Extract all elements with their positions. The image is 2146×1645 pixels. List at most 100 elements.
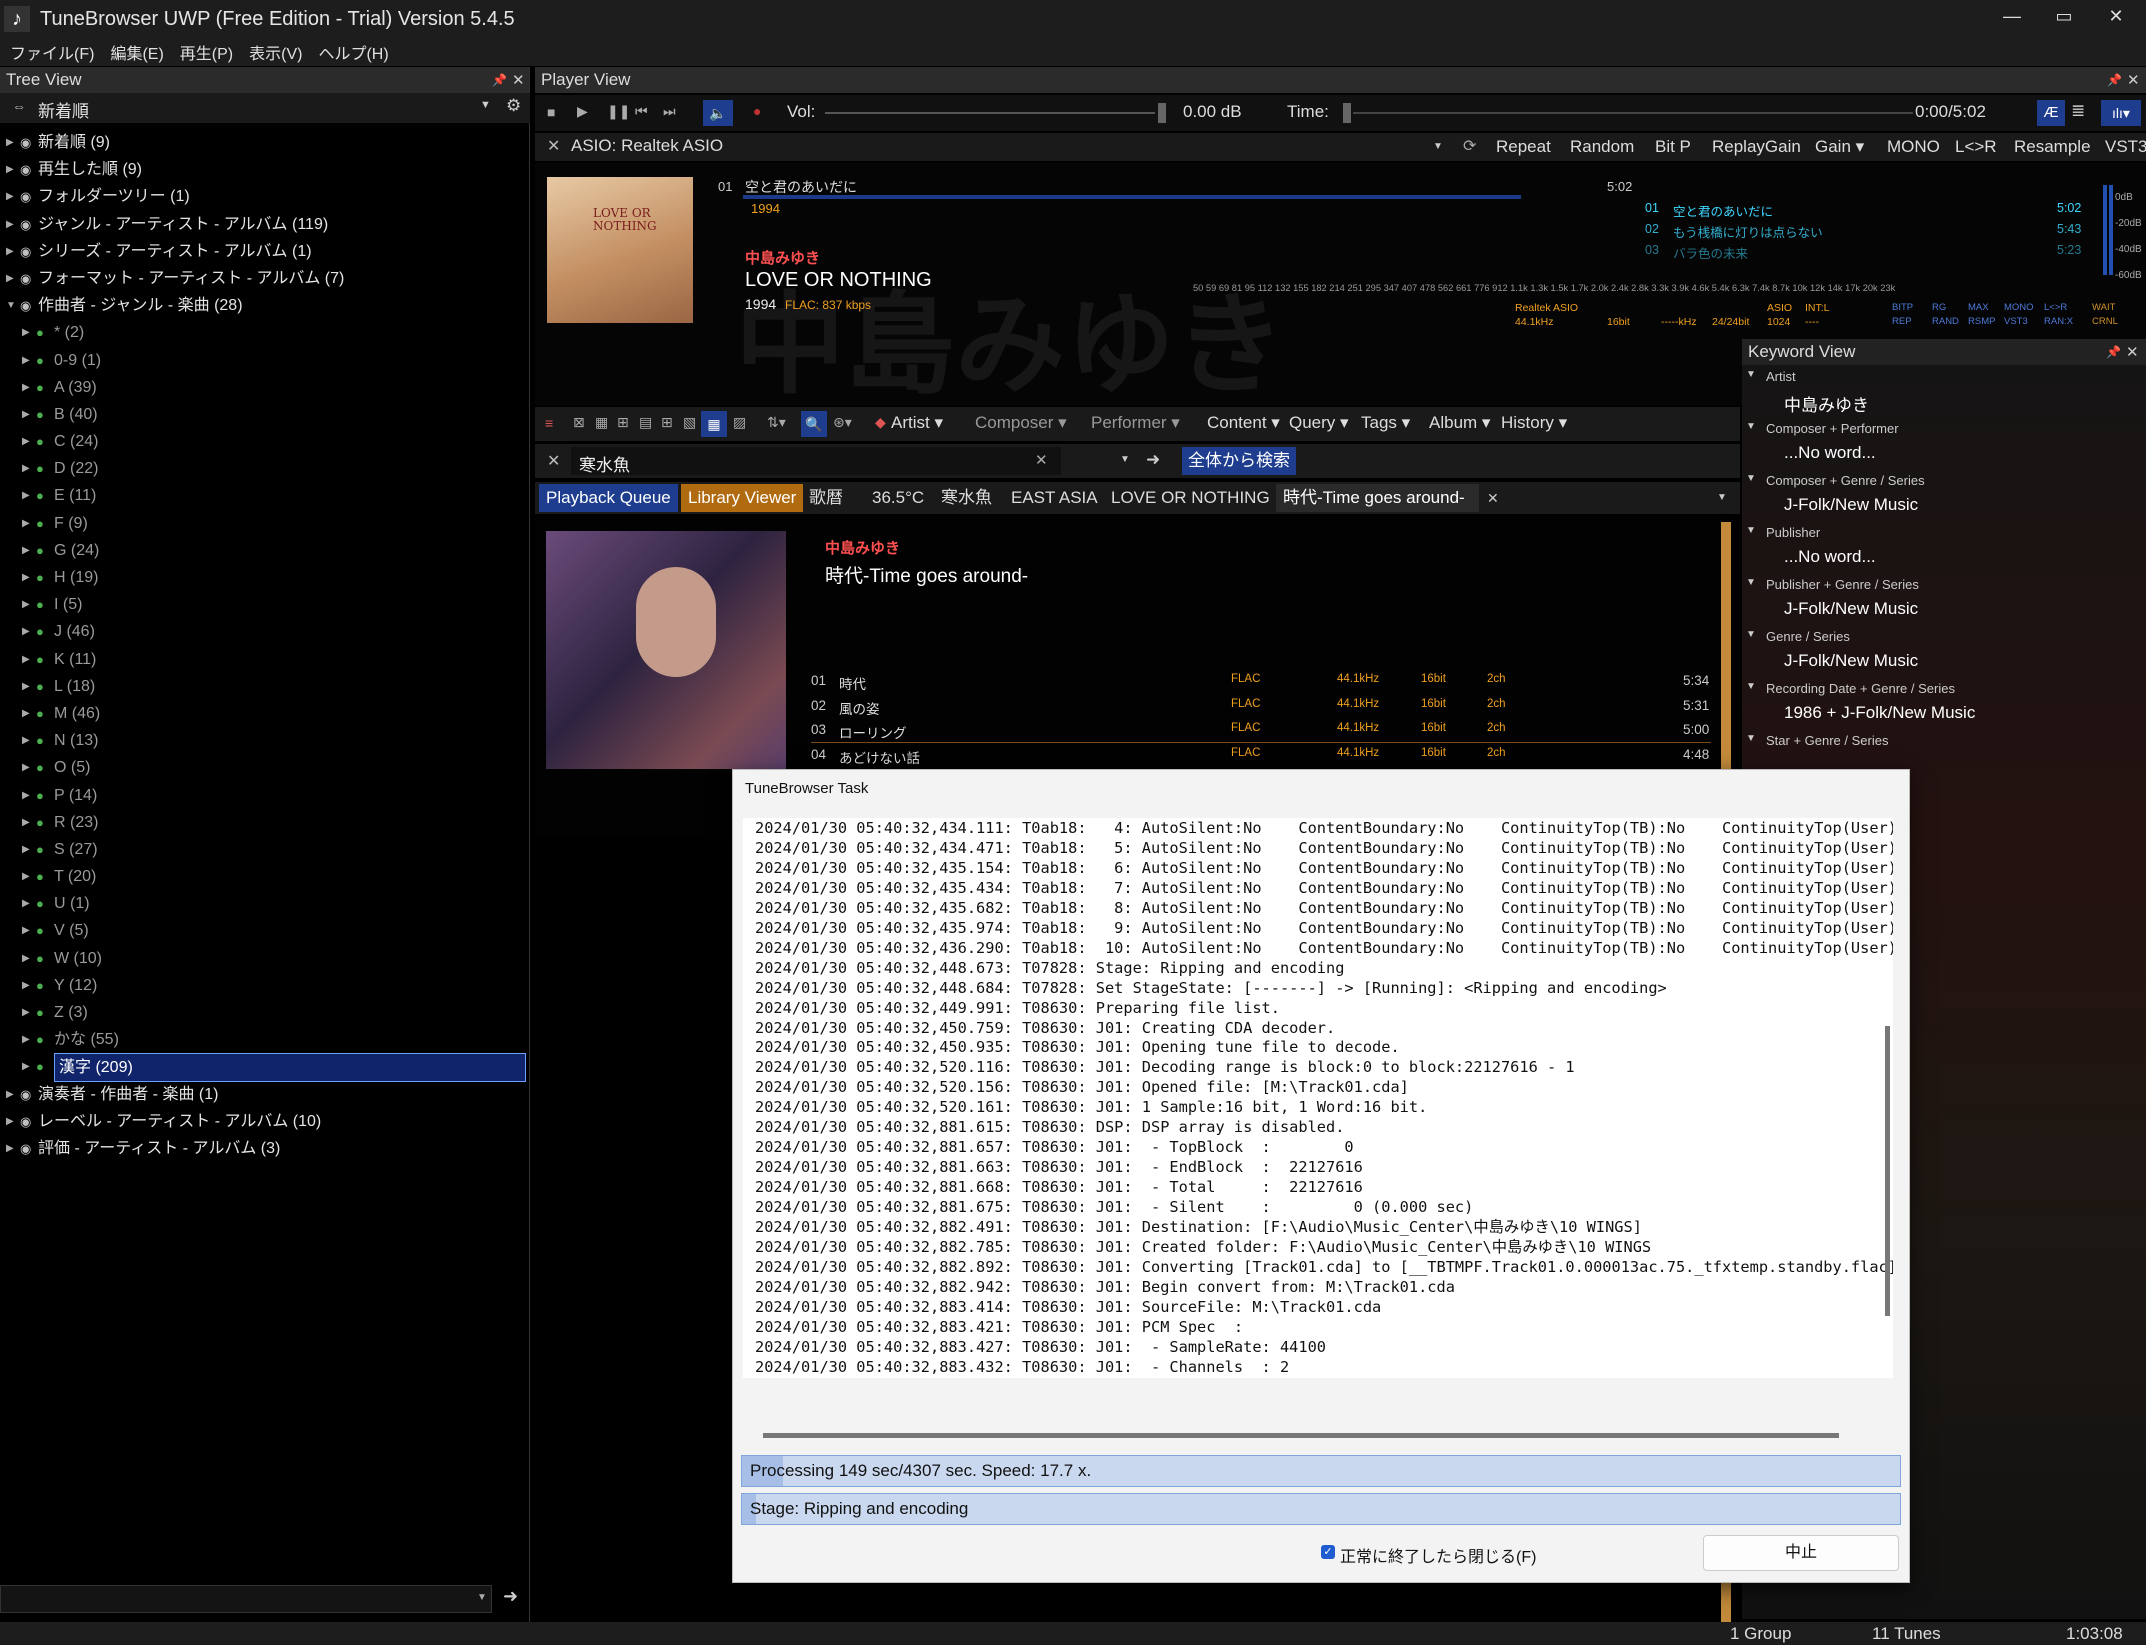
tree-item[interactable]: ▶ ◉ レーベル - アーティスト - アルバム (10) xyxy=(0,1108,530,1135)
layout-2-icon[interactable]: ▦ xyxy=(595,414,608,431)
tree-item[interactable]: ▶ ● T (20) xyxy=(0,863,530,890)
tree-item[interactable]: ▶ ● I (5) xyxy=(0,591,530,618)
caret-down-icon[interactable]: ▼ xyxy=(1746,473,1756,484)
pin-icon[interactable]: 📌 xyxy=(2106,345,2121,359)
tree-item[interactable]: ▶ ● かな (55) xyxy=(0,1026,530,1053)
keyword-section-header[interactable]: ▼ Composer + Genre / Series xyxy=(1742,469,2146,491)
filter-composer[interactable]: Composer ▾ xyxy=(975,413,1067,433)
caret-right-icon[interactable]: ▶ xyxy=(22,510,30,537)
caret-right-icon[interactable]: ▶ xyxy=(22,972,30,999)
layout-7-icon[interactable]: ▦ xyxy=(701,411,727,437)
caret-right-icon[interactable]: ▶ xyxy=(22,945,30,972)
caret-right-icon[interactable]: ▶ xyxy=(22,836,30,863)
caret-down-icon[interactable]: ▼ xyxy=(1746,681,1756,692)
sort-icon[interactable]: ⇅▾ xyxy=(767,414,786,431)
tree-item[interactable]: ▶ ● K (11) xyxy=(0,646,530,673)
tab-album[interactable]: 寒水魚 xyxy=(941,484,992,512)
tree-item[interactable]: ▶ ● G (24) xyxy=(0,537,530,564)
np-progress-bar[interactable] xyxy=(743,195,1521,199)
tree-item[interactable]: ▶ ● C (24) xyxy=(0,428,530,455)
speaker-icon[interactable]: 🔈 xyxy=(703,100,733,126)
tab-library-viewer[interactable]: Library Viewer xyxy=(681,484,804,512)
log-hscrollbar[interactable] xyxy=(763,1433,1839,1438)
tree-item[interactable]: ▶ ● A (39) xyxy=(0,374,530,401)
random-button[interactable]: Random xyxy=(1570,133,1634,161)
tree-item[interactable]: ▶ ● W (10) xyxy=(0,945,530,972)
menu-play[interactable]: 再生(P) xyxy=(180,40,233,64)
caret-right-icon[interactable]: ▶ xyxy=(6,211,14,238)
filter-tags[interactable]: Tags ▾ xyxy=(1361,413,1410,433)
stop-icon[interactable]: ■ xyxy=(547,104,555,120)
layout-4-icon[interactable]: ▤ xyxy=(639,414,652,431)
close-on-finish-checkbox[interactable]: ✓ xyxy=(1321,1545,1335,1559)
keyword-value[interactable]: ...No word... xyxy=(1742,439,2146,469)
swap-icon[interactable]: ⇔ xyxy=(12,98,26,114)
caret-right-icon[interactable]: ▶ xyxy=(22,727,30,754)
filter-content[interactable]: Content ▾ xyxy=(1207,413,1280,433)
tree-item[interactable]: ▶ ● L (18) xyxy=(0,673,530,700)
caret-right-icon[interactable]: ▶ xyxy=(22,999,30,1026)
caret-right-icon[interactable]: ▶ xyxy=(22,428,30,455)
caret-right-icon[interactable]: ▶ xyxy=(6,265,14,292)
caret-right-icon[interactable]: ▶ xyxy=(22,482,30,509)
abort-button[interactable]: 中止 xyxy=(1703,1535,1899,1571)
caret-right-icon[interactable]: ▶ xyxy=(6,1108,14,1135)
search-input[interactable]: 寒水魚 ✕ xyxy=(571,447,1061,475)
tree-item[interactable]: ▶ ● * (2) xyxy=(0,319,530,346)
caret-right-icon[interactable]: ▶ xyxy=(22,347,30,374)
caret-right-icon[interactable]: ▶ xyxy=(22,700,30,727)
menu-file[interactable]: ファイル(F) xyxy=(10,40,94,64)
pin-icon[interactable]: 📌 xyxy=(2107,73,2122,87)
keyword-section-header[interactable]: ▼ Genre / Series xyxy=(1742,625,2146,647)
keyword-value[interactable]: J-Folk/New Music xyxy=(1742,595,2146,625)
bitp-button[interactable]: Bit P xyxy=(1655,133,1691,161)
tree-item[interactable]: ▶ ● P (14) xyxy=(0,782,530,809)
minimize-button[interactable]: — xyxy=(1986,0,2038,34)
caret-right-icon[interactable]: ▶ xyxy=(22,564,30,591)
filter-icon[interactable]: ⊛▾ xyxy=(833,414,852,431)
caret-right-icon[interactable]: ▶ xyxy=(22,537,30,564)
search-icon[interactable]: 🔍 xyxy=(801,411,827,437)
maximize-button[interactable]: ▭ xyxy=(2038,0,2090,34)
tree-item[interactable]: ▶ ◉ ジャンル - アーティスト - アルバム (119) xyxy=(0,211,530,238)
np-queue-row[interactable]: 01 空と君のあいだに 5:02 xyxy=(1645,201,2085,222)
tree-item[interactable]: ▶ ● S (27) xyxy=(0,836,530,863)
chevron-down-icon[interactable]: ▼ xyxy=(1120,454,1130,465)
tree-item[interactable]: ▶ ● Z (3) xyxy=(0,999,530,1026)
tree-sort-select[interactable]: 新着順 xyxy=(38,97,89,122)
output-device-select[interactable]: ASIO: Realtek ASIO xyxy=(571,136,723,156)
layout-8-icon[interactable]: ▨ xyxy=(733,414,746,431)
repeat-button[interactable]: Repeat xyxy=(1496,133,1551,161)
search-all-button[interactable]: 全体から検索 xyxy=(1182,447,1296,475)
caret-right-icon[interactable]: ▶ xyxy=(22,455,30,482)
filter-performer[interactable]: Performer ▾ xyxy=(1091,413,1180,433)
close-pane-icon[interactable]: ✕ xyxy=(2127,71,2140,89)
tree-item[interactable]: ▶ ◉ フォルダーツリー (1) xyxy=(0,183,530,210)
chevron-down-icon[interactable]: ▼ xyxy=(1433,141,1443,152)
caret-right-icon[interactable]: ▶ xyxy=(22,782,30,809)
clear-search-icon[interactable]: ✕ xyxy=(1035,451,1048,469)
pin-icon[interactable]: 📌 xyxy=(492,73,507,87)
keyword-section-header[interactable]: ▼ Recording Date + Genre / Series xyxy=(1742,677,2146,699)
tree-item[interactable]: ▶ ● Y (12) xyxy=(0,972,530,999)
meter-icon[interactable]: ılı▾ xyxy=(2101,100,2141,126)
caret-down-icon[interactable]: ▼ xyxy=(1746,525,1756,536)
caret-right-icon[interactable]: ▶ xyxy=(22,890,30,917)
close-pane-icon[interactable]: ✕ xyxy=(2126,343,2139,361)
vst3-button[interactable]: VST3 xyxy=(2105,133,2146,161)
pause-icon[interactable]: ❚❚ xyxy=(607,103,630,120)
tab-album-active[interactable]: 時代-Time goes around- xyxy=(1276,484,1479,512)
tree-item[interactable]: ▶ ● D (22) xyxy=(0,455,530,482)
lr-swap-button[interactable]: L<>R xyxy=(1955,133,1997,161)
caret-right-icon[interactable]: ▶ xyxy=(22,591,30,618)
previous-icon[interactable]: ⏮ xyxy=(635,103,648,120)
tab-album[interactable]: 36.5°C xyxy=(872,484,924,512)
caret-right-icon[interactable]: ▶ xyxy=(22,374,30,401)
caret-right-icon[interactable]: ▶ xyxy=(22,809,30,836)
caret-right-icon[interactable]: ▶ xyxy=(22,1026,30,1053)
caret-right-icon[interactable]: ▶ xyxy=(6,183,14,210)
caret-right-icon[interactable]: ▶ xyxy=(22,319,30,346)
caret-right-icon[interactable]: ▶ xyxy=(22,863,30,890)
caret-down-icon[interactable]: ▼ xyxy=(6,292,16,319)
tree-item[interactable]: ▶ ● H (19) xyxy=(0,564,530,591)
